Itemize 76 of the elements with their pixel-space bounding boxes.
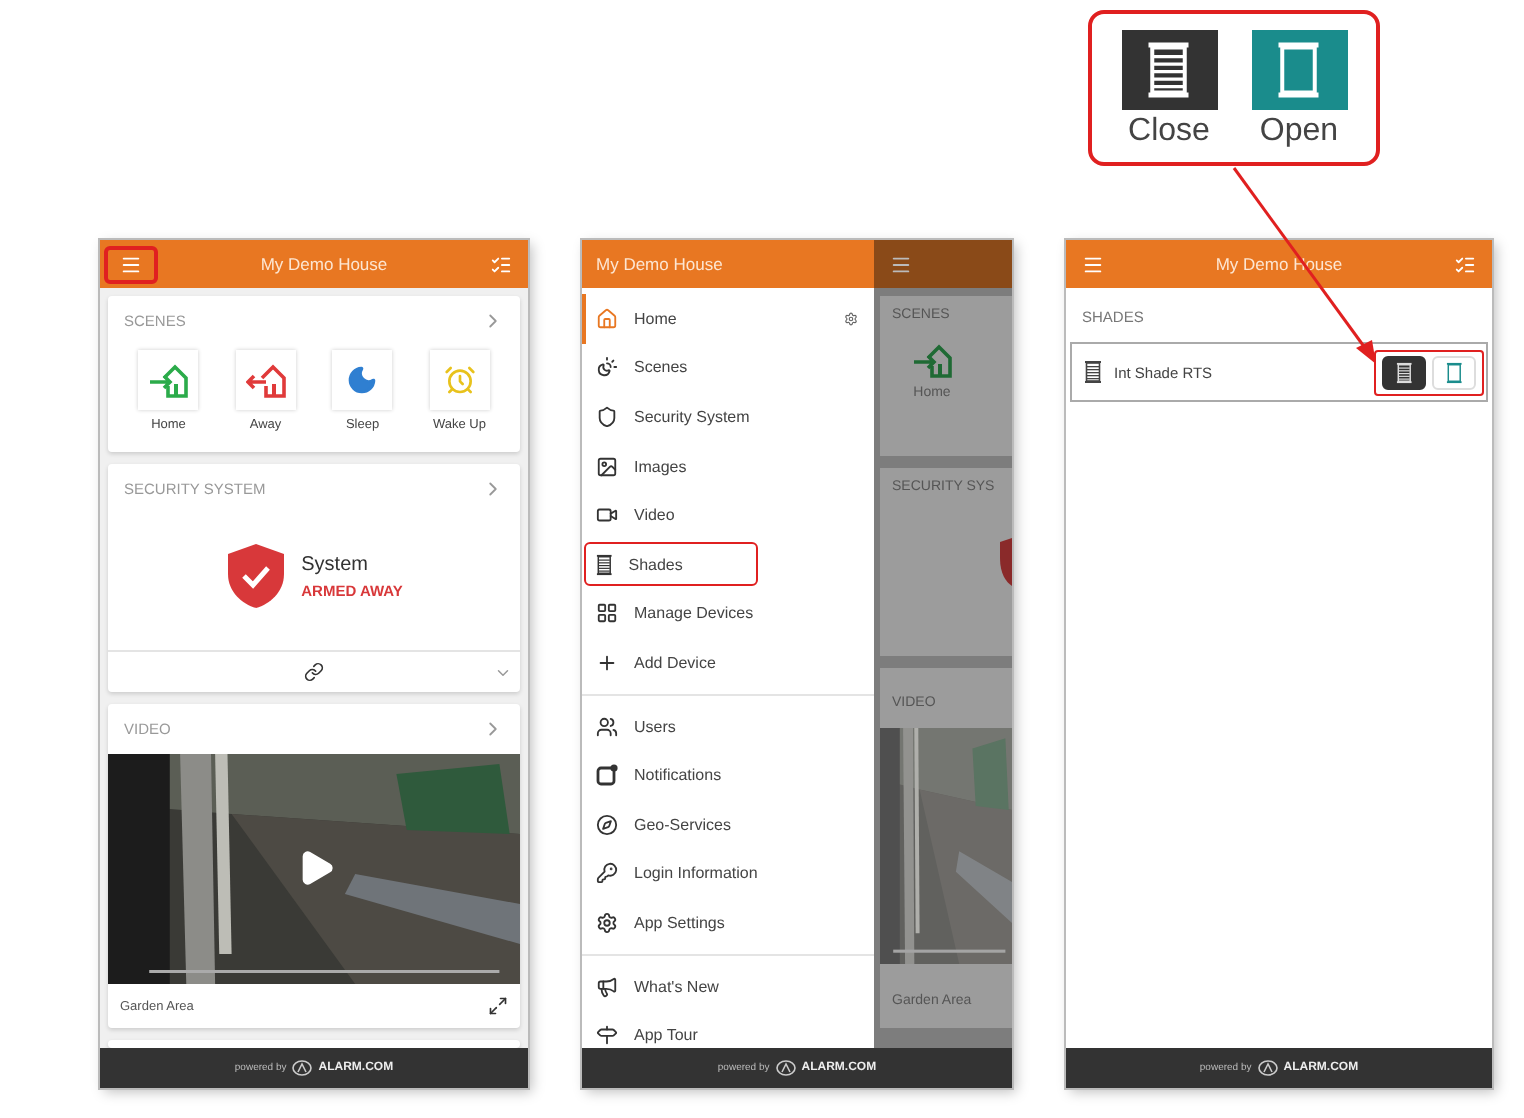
menu-item[interactable]: Shades	[582, 539, 874, 590]
compass-icon	[596, 813, 618, 836]
settings-icon	[844, 311, 858, 326]
menu-label: Security System	[634, 407, 750, 426]
menu-button[interactable]	[104, 245, 158, 283]
checklist-icon	[490, 253, 512, 275]
signpost-icon	[596, 1024, 618, 1047]
menu-label: Home	[634, 309, 677, 328]
menu-label: Images	[634, 457, 687, 476]
notification-icon	[596, 764, 618, 787]
expand-icon	[488, 996, 508, 1016]
menu-item[interactable]: Login Information	[582, 849, 874, 899]
moon-icon	[346, 364, 379, 396]
house-arrow-in-icon	[912, 342, 952, 378]
menu-icon	[1082, 253, 1104, 275]
link-icon	[304, 662, 324, 682]
menu-label: Add Device	[634, 653, 716, 672]
header-title: My Demo House	[260, 254, 388, 274]
menu-label: Scenes	[634, 358, 688, 377]
shade-icon	[1084, 360, 1102, 384]
house-arrow-in-icon	[148, 362, 189, 398]
menu-item[interactable]: Security System	[582, 392, 874, 442]
menu-item[interactable]: App Settings	[582, 898, 874, 948]
menu-item[interactable]: Manage Devices	[582, 589, 874, 639]
menu-button[interactable]	[1082, 253, 1104, 275]
checklist-button[interactable]	[1454, 253, 1476, 275]
open-shade-icon	[1445, 361, 1463, 383]
alarm-clock-icon	[443, 364, 476, 396]
house-icon	[596, 307, 618, 330]
settings-icon	[596, 911, 618, 934]
sun-moon-icon	[596, 356, 618, 379]
menu-label: Geo-Services	[634, 815, 731, 834]
menu-item[interactable]: Geo-Services	[582, 799, 874, 850]
logo-icon	[292, 1060, 313, 1076]
menu-item[interactable]: Notifications	[582, 750, 874, 800]
logo-icon	[1257, 1060, 1278, 1076]
menu-label: Notifications	[634, 766, 722, 785]
video-camera-icon	[596, 504, 618, 527]
menu-icon	[890, 253, 912, 275]
megaphone-icon	[596, 975, 618, 998]
menu-label: Login Information	[634, 864, 758, 883]
checklist-icon	[1454, 253, 1476, 275]
menu-label: App Tour	[634, 1026, 698, 1045]
close-shade-button[interactable]	[1382, 355, 1426, 389]
menu-item[interactable]: What's New	[582, 961, 874, 1011]
menu-label: What's New	[634, 977, 719, 996]
plus-icon	[596, 651, 618, 674]
closed-shade-icon	[1146, 40, 1192, 100]
shield-icon	[596, 405, 618, 428]
logo-icon	[775, 1060, 796, 1076]
shield-check-icon	[225, 542, 286, 610]
menu-item[interactable]: Images	[582, 441, 874, 491]
menu-item[interactable]: Users	[582, 701, 874, 751]
grid-icon	[596, 602, 618, 625]
key-icon	[596, 862, 618, 885]
shield-icon	[1000, 538, 1012, 586]
menu-item[interactable]: App Tour	[582, 1010, 874, 1048]
header-title: My Demo House	[596, 254, 723, 274]
menu-label: App Settings	[634, 913, 725, 932]
menu-label: Shades	[628, 555, 683, 574]
menu-label: Video	[634, 506, 675, 525]
closed-shade-icon	[1395, 361, 1413, 383]
menu-icon	[120, 253, 142, 275]
checklist-button[interactable]	[490, 253, 512, 275]
menu-label: Users	[634, 717, 676, 736]
menu-item[interactable]: Add Device	[582, 638, 874, 688]
image-icon	[596, 455, 618, 478]
system-name: System	[301, 553, 370, 575]
users-icon	[596, 715, 618, 738]
menu-item[interactable]: Video	[582, 490, 874, 540]
shade-icon	[596, 553, 613, 576]
open-shade-button[interactable]	[1432, 355, 1476, 389]
menu-item[interactable]: Scenes	[582, 343, 874, 393]
menu-label: Manage Devices	[634, 604, 754, 623]
open-shade-icon	[1276, 40, 1322, 100]
house-arrow-out-icon	[245, 362, 286, 398]
